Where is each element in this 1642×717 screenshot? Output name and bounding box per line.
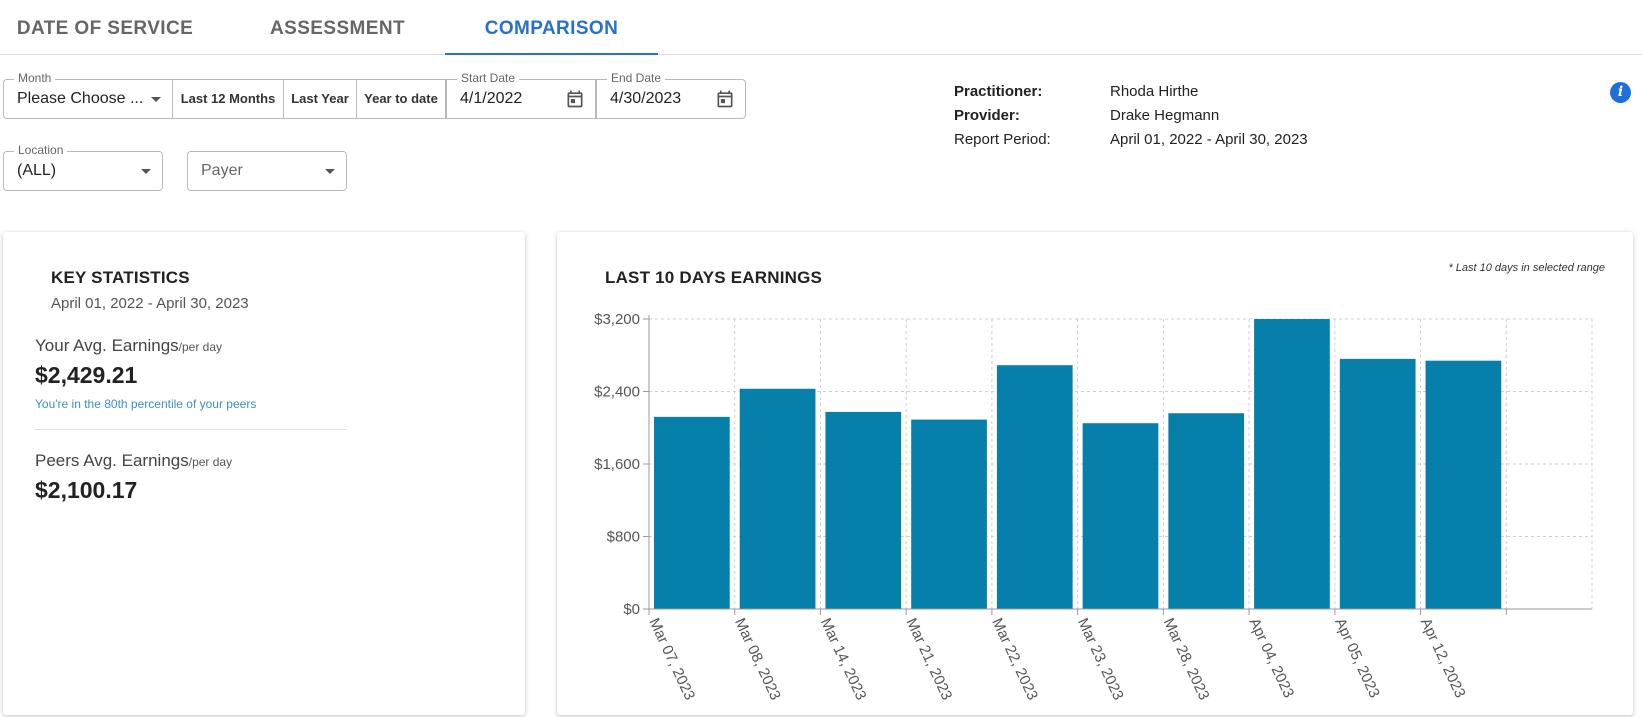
- end-date-value: 4/30/2023: [610, 90, 682, 107]
- end-date-field[interactable]: End Date 4/30/2023: [596, 71, 746, 119]
- x-tick-label: Mar 08, 2023: [731, 616, 784, 703]
- y-tick-label: $1,600: [594, 456, 640, 473]
- tab-bar: DATE OF SERVICE ASSESSMENT COMPARISON: [0, 0, 1642, 55]
- x-tick-label: Mar 21, 2023: [903, 616, 956, 703]
- earnings-bar-chart: $0 $800 $1,600 $2,400 $3,200 Mar 07, 2023 Mar …: [594, 311, 1593, 703]
- y-tick-label: $800: [607, 529, 640, 546]
- x-tick-label: Apr 12, 2023: [1417, 616, 1469, 701]
- x-tick-label: Mar 28, 2023: [1160, 616, 1213, 703]
- your-avg-earnings-value: $2,429.21: [35, 362, 138, 388]
- x-tick-label: Apr 05, 2023: [1331, 616, 1383, 701]
- provider-value: Drake Hegmann: [1110, 107, 1220, 124]
- bar: [911, 419, 987, 609]
- calendar-icon[interactable]: [715, 89, 735, 109]
- peers-avg-earnings-text: Peers Avg. Earnings: [35, 451, 189, 470]
- per-day-unit: /per day: [188, 455, 233, 469]
- x-tick-label: Mar 14, 2023: [817, 616, 870, 703]
- bar: [1254, 319, 1330, 609]
- per-day-unit: /per day: [178, 340, 223, 354]
- payer-select[interactable]: Payer: [187, 151, 347, 191]
- month-label: Month: [14, 71, 56, 85]
- key-statistics-title: KEY STATISTICS: [51, 268, 190, 287]
- chevron-down-icon: [141, 169, 151, 174]
- provider-label: Provider:: [954, 107, 1020, 124]
- location-label: Location: [14, 143, 68, 157]
- x-tick-label: Mar 22, 2023: [988, 616, 1041, 703]
- start-date-label: Start Date: [457, 71, 520, 85]
- month-value: Please Choose ...: [17, 90, 144, 107]
- bar: [996, 365, 1073, 609]
- bar: [1168, 413, 1245, 609]
- report-period-label: Report Period:: [954, 131, 1051, 148]
- y-tick-label: $2,400: [594, 384, 640, 401]
- last-12-months-button[interactable]: Last 12 Months: [173, 79, 284, 119]
- key-statistics-period: April 01, 2022 - April 30, 2023: [51, 295, 249, 312]
- info-icon[interactable]: i: [1610, 82, 1631, 103]
- location-value: (ALL): [17, 162, 57, 179]
- x-tick-label: Apr 04, 2023: [1245, 616, 1297, 701]
- bar: [1082, 423, 1159, 609]
- bar: [1425, 360, 1502, 609]
- your-avg-earnings-text: Your Avg. Earnings: [35, 336, 179, 355]
- end-date-label: End Date: [607, 71, 666, 85]
- peers-avg-earnings-label: Peers Avg. Earnings/per day: [35, 451, 232, 471]
- x-tick-label: Mar 23, 2023: [1074, 616, 1127, 703]
- y-tick-label: $0: [623, 601, 640, 618]
- month-select[interactable]: Month Please Choose ...: [3, 71, 173, 119]
- peers-avg-earnings-value: $2,100.17: [35, 477, 138, 503]
- start-date-value: 4/1/2022: [460, 90, 523, 107]
- practitioner-value: Rhoda Hirthe: [1110, 83, 1199, 100]
- location-select[interactable]: Location (ALL): [3, 143, 163, 191]
- stats-divider: [35, 429, 347, 430]
- tab-comparison[interactable]: COMPARISON: [445, 0, 658, 55]
- bar: [654, 416, 730, 609]
- bar: [1339, 358, 1416, 609]
- year-to-date-button[interactable]: Year to date: [357, 79, 446, 119]
- calendar-icon[interactable]: [565, 89, 585, 109]
- chevron-down-icon: [325, 169, 335, 174]
- chevron-down-icon: [151, 97, 161, 102]
- bar: [825, 411, 902, 609]
- start-date-field[interactable]: Start Date 4/1/2022: [446, 71, 596, 119]
- percentile-note: You're in the 80th percentile of your pe…: [35, 397, 257, 411]
- y-tick-label: $3,200: [594, 311, 640, 328]
- last-year-button[interactable]: Last Year: [284, 79, 357, 119]
- x-tick-label: Mar 07, 2023: [645, 616, 698, 703]
- earnings-chart-card: LAST 10 DAYS EARNINGS * Last 10 days in …: [557, 232, 1633, 715]
- practitioner-label: Practitioner:: [954, 83, 1043, 100]
- report-period-value: April 01, 2022 - April 30, 2023: [1110, 131, 1308, 148]
- payer-placeholder: Payer: [201, 162, 243, 179]
- tab-assessment[interactable]: ASSESSMENT: [235, 0, 440, 55]
- tab-date-of-service[interactable]: DATE OF SERVICE: [0, 0, 210, 55]
- key-statistics-card: KEY STATISTICS April 01, 2022 - April 30…: [3, 232, 525, 715]
- your-avg-earnings-label: Your Avg. Earnings/per day: [35, 336, 222, 356]
- bar: [739, 388, 816, 609]
